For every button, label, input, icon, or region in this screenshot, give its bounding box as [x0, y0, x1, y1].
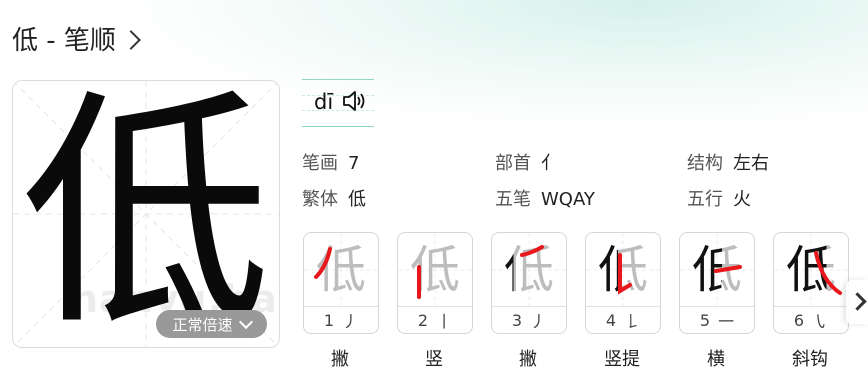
- stroke-caption: 1丿: [304, 306, 378, 333]
- stroke-shape: 丿: [530, 312, 547, 331]
- stroke-caption: 5一: [680, 306, 754, 333]
- radical-value: 亻: [541, 153, 559, 174]
- highlight-stroke: [417, 265, 421, 299]
- traditional-label: 繁体: [302, 189, 338, 210]
- stroke-name: 竖: [425, 349, 443, 370]
- stroke-animation-panel[interactable]: hanyu.baidu 低 正常倍速: [12, 80, 280, 348]
- radical: 部首亻: [495, 149, 559, 175]
- highlight-stroke: [714, 265, 742, 273]
- stroke-name: 横: [707, 349, 725, 370]
- structure-value: 左右: [733, 153, 769, 174]
- pinyin-box: dī: [302, 79, 374, 127]
- stroke-card[interactable]: 低2丨: [397, 232, 473, 334]
- stroke-card[interactable]: 低5一: [679, 232, 755, 334]
- chevron-down-icon: [238, 314, 253, 330]
- strokes-label: 笔画: [302, 153, 338, 174]
- stroke-name: 撇: [331, 349, 349, 370]
- stroke-shape: ㇂: [812, 312, 829, 331]
- stroke-shape: 丨: [436, 312, 453, 331]
- character-glyph: 低: [21, 80, 271, 348]
- stroke-card[interactable]: 低1丿: [303, 232, 379, 334]
- radical-label: 部首: [495, 153, 531, 174]
- strokes-count: 笔画 7: [302, 149, 359, 175]
- stroke-number: 1: [323, 310, 335, 330]
- stroke-caption: 2丨: [398, 306, 472, 333]
- stroke-shape: 丿: [342, 312, 359, 331]
- wubi-value: WQAY: [541, 189, 595, 210]
- stroke-number: 4: [605, 310, 617, 330]
- strokes-value: 7: [348, 153, 360, 174]
- highlight-stroke: [618, 253, 632, 295]
- stroke-number: 5: [699, 310, 711, 330]
- speaker-icon[interactable]: [342, 90, 366, 112]
- stroke-name: 斜钩: [792, 349, 828, 370]
- wubi-label: 五笔: [495, 189, 531, 210]
- traditional-value: 低: [348, 189, 366, 210]
- wuxing-label: 五行: [687, 189, 723, 210]
- stroke-shape: 𠄌: [624, 312, 641, 331]
- next-strokes-button[interactable]: [846, 280, 868, 324]
- highlight-stroke: [520, 245, 544, 257]
- stroke-number: 3: [511, 310, 523, 330]
- wubi: 五笔 WQAY: [495, 185, 595, 211]
- stroke-name: 竖提: [604, 349, 640, 370]
- stroke-caption: 3丿: [492, 306, 566, 333]
- pinyin-text: dī: [314, 90, 334, 114]
- stroke-card[interactable]: 低4𠄌: [585, 232, 661, 334]
- wuxing: 五行火: [687, 185, 751, 211]
- stroke-name: 撇: [519, 349, 537, 370]
- highlight-stroke: [314, 247, 332, 279]
- stroke-caption: 4𠄌: [586, 306, 660, 333]
- stroke-number: 2: [417, 310, 429, 330]
- wuxing-value: 火: [733, 189, 751, 210]
- page-title[interactable]: 低 - 笔顺: [12, 20, 141, 57]
- speed-label: 正常倍速: [172, 315, 233, 334]
- playback-speed-button[interactable]: 正常倍速: [156, 310, 267, 338]
- page-title-text: 低 - 笔顺: [12, 26, 116, 56]
- stroke-number: 6: [793, 310, 805, 330]
- chevron-right-icon: [121, 29, 141, 50]
- stroke-card[interactable]: 低3丿: [491, 232, 567, 334]
- structure-label: 结构: [687, 153, 723, 174]
- structure: 结构 左右: [687, 149, 769, 175]
- traditional: 繁体低: [302, 185, 366, 211]
- stroke-shape: 一: [718, 312, 735, 331]
- highlight-stroke: [814, 251, 842, 295]
- stroke-card[interactable]: 低 6 ㇂: [773, 232, 849, 334]
- stroke-caption: 6 ㇂: [774, 306, 848, 333]
